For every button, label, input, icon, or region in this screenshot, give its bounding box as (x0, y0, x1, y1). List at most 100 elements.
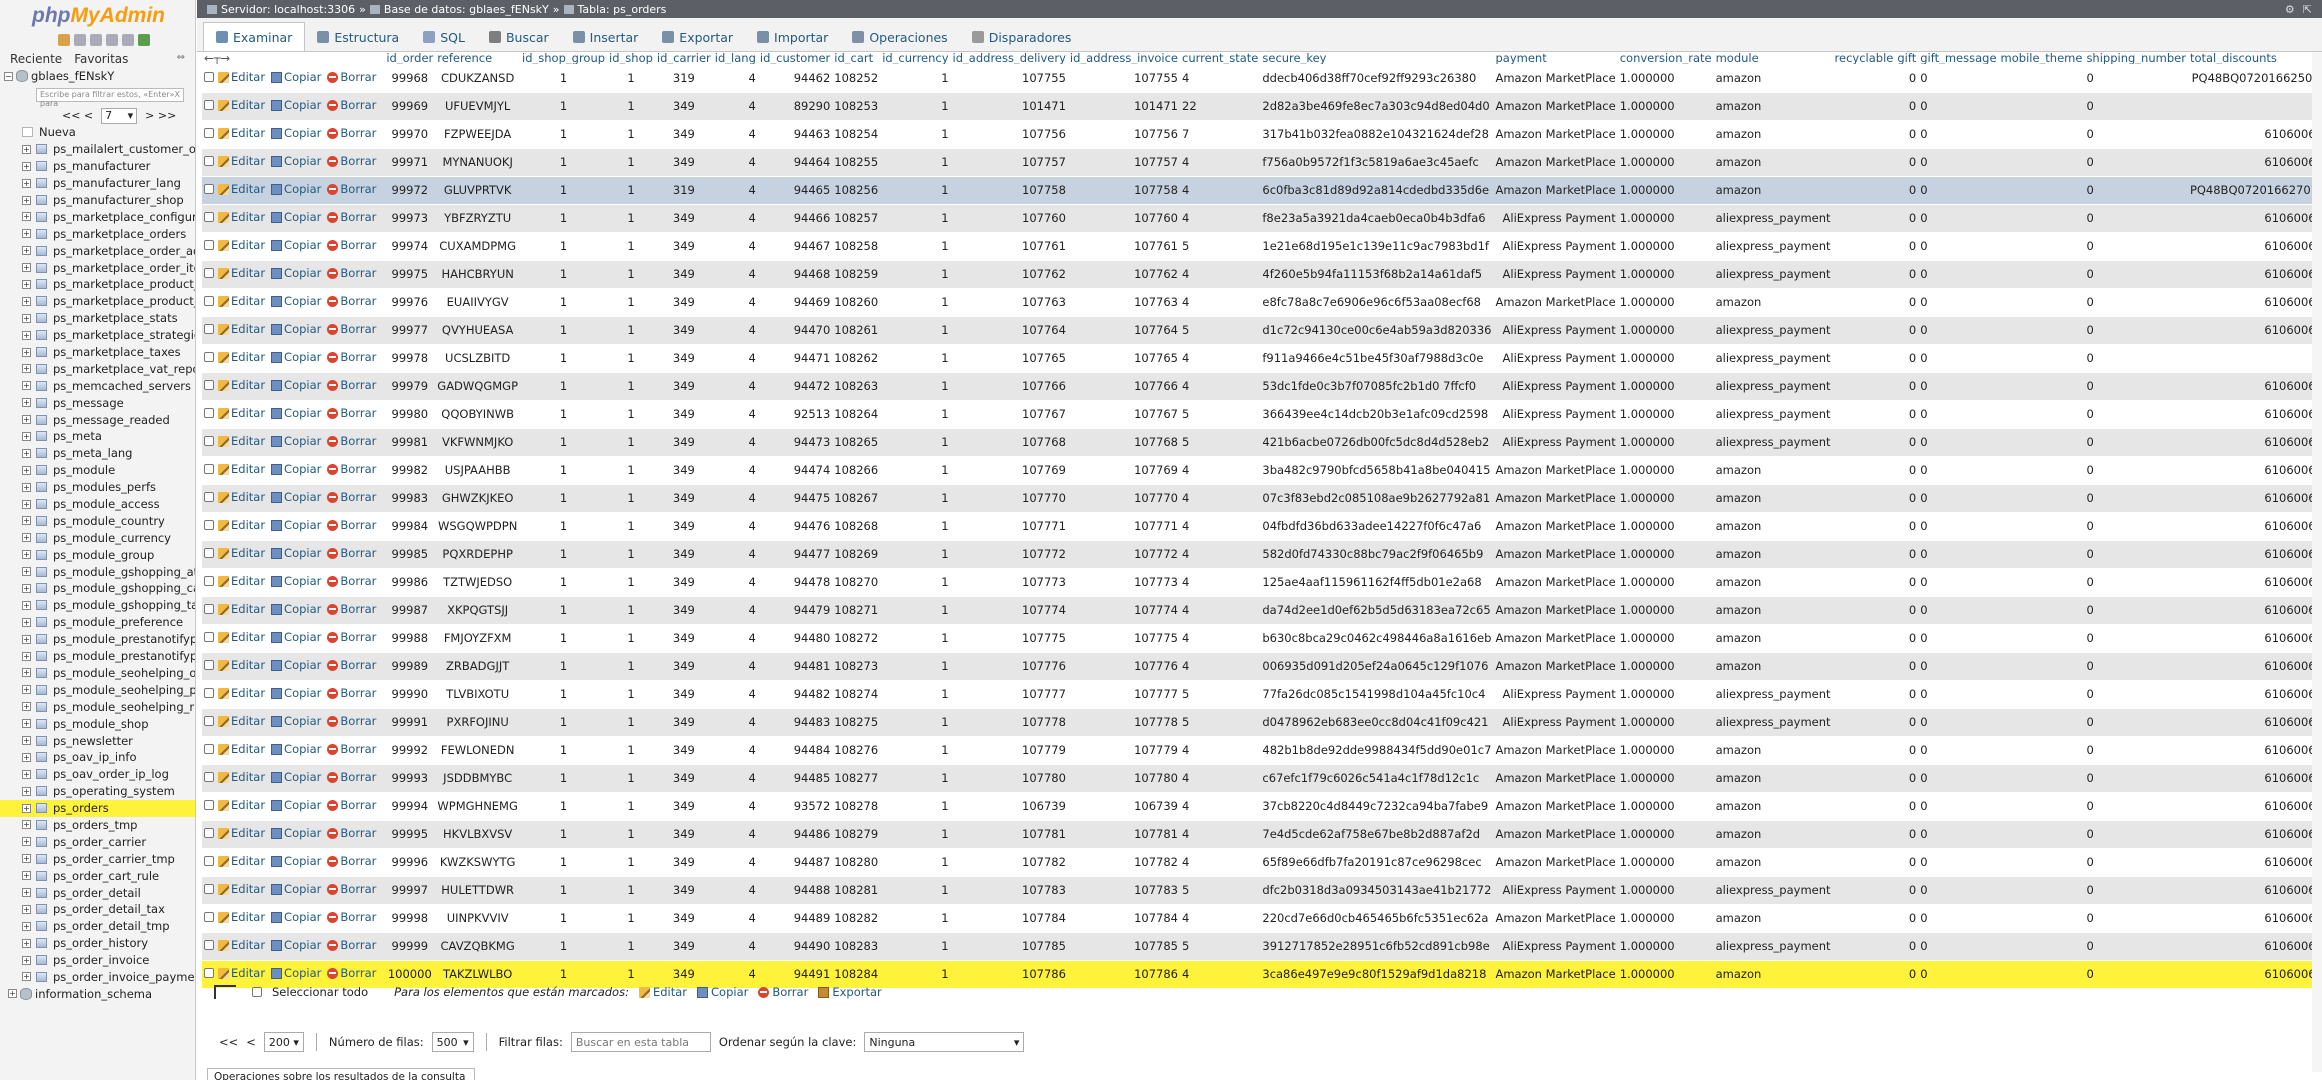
row-copy-button[interactable]: Copiar (271, 966, 321, 980)
row-edit-button[interactable]: Editar (218, 210, 265, 224)
table-item-ps_order_cart_rule[interactable]: + ps_order_cart_rule (0, 867, 195, 884)
column-header-id_order[interactable]: id_order (384, 52, 436, 64)
table-item-ps_marketplace_strategies[interactable]: + ps_marketplace_strategies (0, 327, 195, 344)
expand-icon[interactable]: + (22, 229, 31, 239)
column-header-gift_message[interactable]: gift_message (1918, 52, 1999, 64)
nav-page-select[interactable]: 7 ▾ (101, 107, 138, 124)
row-copy-button[interactable]: Copiar (271, 714, 321, 728)
row-delete-button[interactable]: Borrar (327, 882, 376, 896)
row-copy-button[interactable]: Copiar (271, 686, 321, 700)
row-checkbox[interactable] (204, 632, 214, 642)
row-delete-button[interactable]: Borrar (327, 238, 376, 252)
row-copy-button[interactable]: Copiar (271, 574, 321, 588)
expand-icon[interactable]: + (22, 465, 31, 475)
table-item-ps_module[interactable]: + ps_module (0, 462, 195, 479)
row-delete-button[interactable]: Borrar (327, 210, 376, 224)
row-delete-button[interactable]: Borrar (327, 742, 376, 756)
row-copy-button[interactable]: Copiar (271, 434, 321, 448)
bulk-copy-button[interactable]: Copiar (697, 985, 748, 999)
row-edit-button[interactable]: Editar (218, 658, 265, 672)
row-delete-button[interactable]: Borrar (327, 322, 376, 336)
row-checkbox[interactable] (204, 828, 214, 838)
row-edit-button[interactable]: Editar (218, 798, 265, 812)
table-row[interactable]: Editar Copiar Borrar 99993 JSDDBMYBC 1 1 349 4 94… (202, 764, 2322, 793)
expand-icon[interactable]: + (22, 567, 31, 577)
row-delete-button[interactable]: Borrar (327, 154, 376, 168)
row-copy-button[interactable]: Copiar (271, 378, 321, 392)
row-edit-button[interactable]: Editar (218, 826, 265, 840)
row-edit-button[interactable]: Editar (218, 686, 265, 700)
row-edit-button[interactable]: Editar (218, 266, 265, 280)
order-select[interactable]: Ninguna ▾ (864, 1032, 1025, 1052)
row-edit-button[interactable]: Editar (218, 574, 265, 588)
table-row[interactable]: Editar Copiar Borrar 99975 HAHCBRYUN 1 1 349 4 94… (202, 260, 2322, 289)
row-delete-button[interactable]: Borrar (327, 714, 376, 728)
recent-tab[interactable]: Reciente (10, 52, 62, 66)
expand-icon[interactable]: + (22, 702, 31, 712)
expand-icon[interactable]: + (22, 499, 31, 509)
expand-icon[interactable]: + (22, 381, 31, 391)
table-item-ps_order_carrier_tmp[interactable]: + ps_order_carrier_tmp (0, 850, 195, 867)
docs-icon[interactable] (90, 34, 102, 46)
table-item-ps_order_invoice[interactable]: + ps_order_invoice (0, 952, 195, 969)
table-row[interactable]: Editar Copiar Borrar 99998 UINPKVVIV 1 1 349 4 94… (202, 904, 2322, 933)
row-copy-button[interactable]: Copiar (271, 770, 321, 784)
expand-icon[interactable]: + (22, 600, 31, 610)
expand-icon[interactable]: + (22, 550, 31, 560)
row-copy-button[interactable]: Copiar (271, 854, 321, 868)
table-row[interactable]: Editar Copiar Borrar 99976 EUAIIVYGV 1 1 349 4 94… (202, 288, 2322, 317)
new-table-item[interactable]: Nueva (0, 124, 195, 141)
expand-icon[interactable]: + (22, 871, 31, 881)
row-copy-button[interactable]: Copiar (271, 910, 321, 924)
table-row[interactable]: Editar Copiar Borrar 99997 HULETTDWR 1 1 349 4 94… (202, 876, 2322, 905)
expand-icon[interactable]: + (22, 921, 31, 931)
table-item-ps_module_shop[interactable]: + ps_module_shop (0, 715, 195, 732)
expand-icon[interactable]: + (22, 212, 31, 222)
collapse-icon[interactable]: − (4, 71, 13, 81)
row-edit-button[interactable]: Editar (218, 98, 265, 112)
table-item-ps_marketplace_order_address[interactable]: + ps_marketplace_order_address (0, 242, 195, 259)
expand-icon[interactable]: + (22, 583, 31, 593)
table-item-ps_marketplace_order_items[interactable]: + ps_marketplace_order_items (0, 259, 195, 276)
expand-icon[interactable]: + (22, 668, 31, 678)
row-copy-button[interactable]: Copiar (271, 546, 321, 560)
expand-icon[interactable]: + (22, 516, 31, 526)
row-delete-button[interactable]: Borrar (327, 966, 376, 980)
row-checkbox[interactable] (204, 324, 214, 334)
table-item-ps_oav_order_ip_log[interactable]: + ps_oav_order_ip_log (0, 766, 195, 783)
row-checkbox[interactable] (204, 380, 214, 390)
table-row[interactable]: Editar Copiar Borrar 99980 QQOBYINWB 1 1 349 4 92… (202, 400, 2322, 429)
expand-icon[interactable]: + (22, 719, 31, 729)
expand-icon[interactable]: + (22, 533, 31, 543)
select-all-checkbox[interactable] (252, 987, 262, 997)
column-header-id_address_delivery[interactable]: id_address_delivery (950, 52, 1068, 64)
table-row[interactable]: Editar Copiar Borrar 99990 TLVBIXOTU 1 1 349 4 94… (202, 680, 2322, 709)
expand-icon[interactable]: + (22, 617, 31, 627)
table-item-ps_marketplace_orders[interactable]: + ps_marketplace_orders (0, 225, 195, 242)
expand-icon[interactable]: + (22, 263, 31, 273)
column-header-shipping_number[interactable]: shipping_number (2084, 52, 2188, 64)
column-header-total_discounts[interactable]: total_discounts (2187, 52, 2322, 64)
row-delete-button[interactable]: Borrar (327, 658, 376, 672)
column-header-mobile_theme[interactable]: mobile_theme (1998, 52, 2085, 64)
row-edit-button[interactable]: Editar (218, 770, 265, 784)
expand-icon[interactable]: + (22, 398, 31, 408)
expand-icon[interactable]: + (22, 685, 31, 695)
column-header-id_lang[interactable]: id_lang (712, 52, 758, 64)
table-item-ps_module_seohelping_patterns[interactable]: + ps_module_seohelping_patterns (0, 681, 195, 698)
column-header-id_address_invoice[interactable]: id_address_invoice (1067, 52, 1180, 64)
row-edit-button[interactable]: Editar (218, 378, 265, 392)
table-row[interactable]: Editar Copiar Borrar 99995 HKVLBXVSV 1 1 349 4 94… (202, 820, 2322, 849)
table-item-ps_marketplace_product_option[interactable]: + ps_marketplace_product_option (0, 293, 195, 310)
tab-sql[interactable]: SQL (411, 23, 477, 51)
table-item-ps_operating_system[interactable]: + ps_operating_system (0, 783, 195, 800)
row-checkbox[interactable] (204, 856, 214, 866)
table-item-ps_module_seohelping_rules[interactable]: + ps_module_seohelping_rules (0, 698, 195, 715)
tab-exportar[interactable]: Exportar (650, 23, 745, 51)
database-node-information-schema[interactable]: + information_schema (0, 985, 195, 1002)
row-checkbox[interactable] (204, 128, 214, 138)
row-copy-button[interactable]: Copiar (271, 154, 321, 168)
row-copy-button[interactable]: Copiar (271, 322, 321, 336)
row-copy-button[interactable]: Copiar (271, 882, 321, 896)
table-row[interactable]: Editar Copiar Borrar 99977 QVYHUEASA 1 1 349 4 94… (202, 316, 2322, 345)
